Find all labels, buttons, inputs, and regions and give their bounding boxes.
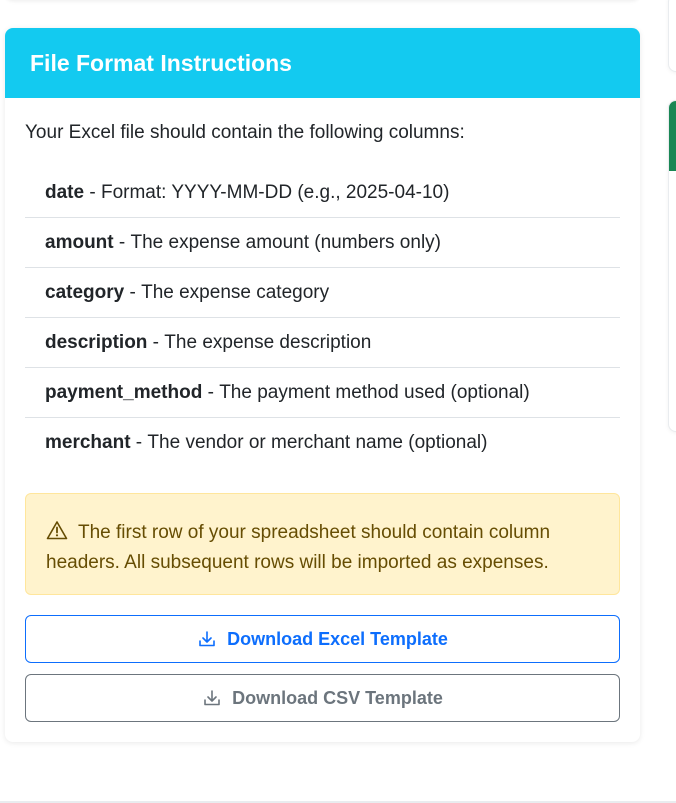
column-name: description: [45, 331, 148, 353]
list-item: payment_method - The payment method used…: [25, 368, 620, 418]
card-title: File Format Instructions: [30, 49, 292, 76]
column-desc: Format: YYYY-MM-DD (e.g., 2025-04-10): [100, 181, 450, 203]
alert-text: The first row of your spreadsheet should…: [46, 522, 551, 573]
list-item: amount - The expense amount (numbers onl…: [25, 218, 620, 268]
download-icon: [204, 690, 220, 706]
list-item: category - The expense category: [25, 268, 620, 318]
column-desc: The expense amount (numbers only): [130, 231, 442, 253]
download-icon: [199, 631, 215, 647]
card-header: File Format Instructions: [5, 28, 640, 98]
list-item: merchant - The vendor or merchant name (…: [45, 432, 488, 453]
list-item: description - The expense description: [25, 318, 620, 368]
column-name: amount: [45, 231, 114, 253]
warning-triangle-icon: [46, 521, 68, 540]
side-card: [668, 100, 676, 432]
side-card-top: [668, 0, 676, 72]
download-excel-label: Download Excel Template: [227, 628, 448, 649]
download-csv-label: Download CSV Template: [232, 687, 443, 708]
column-desc: The expense description: [164, 331, 372, 353]
column-name: payment_method: [45, 381, 203, 403]
column-desc: The vendor or merchant name (optional): [147, 432, 488, 453]
download-csv-template-button[interactable]: Download CSV Template: [25, 674, 620, 722]
download-excel-template-button[interactable]: Download Excel Template: [25, 615, 620, 663]
side-card-accent: [669, 101, 676, 171]
column-desc: The payment method used (optional): [219, 381, 530, 403]
column-name: merchant: [45, 432, 131, 453]
column-name: category: [45, 281, 125, 303]
column-list: date - Format: YYYY-MM-DD (e.g., 2025-04…: [25, 168, 620, 468]
warning-alert: The first row of your spreadsheet should…: [25, 493, 620, 595]
list-item: date - Format: YYYY-MM-DD (e.g., 2025-04…: [25, 168, 620, 218]
file-format-card: File Format Instructions Your Excel file…: [5, 28, 640, 742]
intro-text: Your Excel file should contain the follo…: [25, 122, 465, 143]
column-name: date: [45, 181, 85, 203]
column-desc: The expense category: [141, 281, 330, 303]
